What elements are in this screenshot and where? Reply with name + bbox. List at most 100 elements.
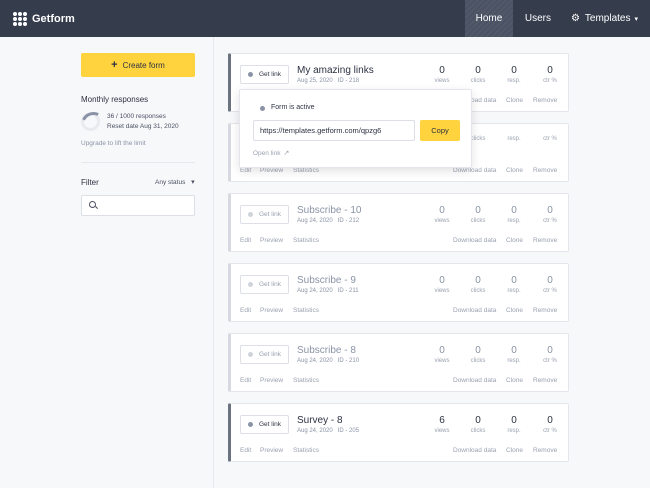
reset-date: Reset date Aug 31, 2020 bbox=[107, 123, 179, 130]
stat-views-label: views bbox=[434, 288, 450, 294]
brand-name: Getform bbox=[32, 12, 75, 25]
statistics-link[interactable]: Statistics bbox=[293, 447, 319, 454]
search-input[interactable] bbox=[102, 199, 190, 213]
statistics-link[interactable]: Statistics bbox=[293, 167, 319, 174]
stat-ctr: 0 ctr % bbox=[532, 65, 568, 84]
form-card: Get link Subscribe - 10 Aug 24, 2020 ID - … bbox=[228, 193, 569, 252]
remove-link[interactable]: Remove bbox=[533, 167, 557, 174]
stat-ctr-label: ctr % bbox=[543, 358, 557, 364]
stat-ctr: 0 ctr % bbox=[532, 275, 568, 294]
clone-link[interactable]: Clone bbox=[506, 377, 523, 384]
open-link[interactable]: Open link ↗ bbox=[253, 149, 289, 157]
form-url-field[interactable] bbox=[253, 120, 415, 141]
form-name[interactable]: Subscribe - 9 bbox=[297, 275, 356, 286]
status-select[interactable]: Any status ▾ bbox=[155, 178, 195, 186]
edit-link[interactable]: Edit bbox=[240, 307, 251, 314]
nav-users[interactable]: Users bbox=[513, 0, 563, 37]
status-dot bbox=[247, 282, 253, 287]
brand-logo[interactable]: Getform bbox=[13, 11, 75, 26]
download-data-link[interactable]: Download data bbox=[453, 447, 496, 454]
form-card: Get link Subscribe - 9 Aug 24, 2020 ID - 2… bbox=[228, 263, 569, 322]
stat-clicks-value: 0 bbox=[475, 275, 481, 286]
status-dot bbox=[247, 352, 253, 357]
active-status-dot bbox=[260, 106, 265, 111]
form-card: Get link Survey - 8 Aug 24, 2020 ID - 205 6… bbox=[228, 403, 569, 462]
form-id: ID - 210 bbox=[337, 358, 360, 364]
remove-link[interactable]: Remove bbox=[533, 307, 557, 314]
stat-clicks: 0 clicks bbox=[460, 275, 496, 294]
statistics-link[interactable]: Statistics bbox=[293, 377, 319, 384]
status-dot bbox=[247, 212, 253, 217]
statistics-link[interactable]: Statistics bbox=[293, 237, 319, 244]
clone-link[interactable]: Clone bbox=[506, 307, 523, 314]
chevron-down-icon: ▾ bbox=[191, 179, 195, 186]
form-id: ID - 212 bbox=[337, 218, 360, 224]
stat-clicks: 0 clicks bbox=[460, 205, 496, 224]
form-meta: Aug 24, 2020 ID - 205 bbox=[297, 428, 359, 434]
form-name[interactable]: Subscribe - 10 bbox=[297, 205, 361, 216]
stat-ctr: 0 ctr % bbox=[532, 415, 568, 434]
get-link-button[interactable]: Get link bbox=[240, 205, 289, 224]
get-link-button[interactable]: Get link bbox=[240, 345, 289, 364]
remove-link[interactable]: Remove bbox=[533, 377, 557, 384]
stat-clicks-value: 0 bbox=[475, 205, 481, 216]
nav-home[interactable]: Home bbox=[464, 0, 513, 37]
create-form-button[interactable]: + Create form bbox=[81, 53, 195, 77]
external-link-icon: ↗ bbox=[283, 150, 290, 157]
stat-ctr: 0 ctr % bbox=[532, 345, 568, 364]
stat-views-label: views bbox=[434, 358, 450, 364]
card-actions: Edit Preview Statistics Download data Clone R… bbox=[240, 237, 559, 247]
download-data-link[interactable]: Download data bbox=[453, 377, 496, 384]
stat-resp: resp. bbox=[496, 135, 532, 142]
get-link-button[interactable]: Get link bbox=[240, 275, 289, 294]
edit-link[interactable]: Edit bbox=[240, 447, 251, 454]
preview-link[interactable]: Preview bbox=[260, 447, 283, 454]
form-id: ID - 211 bbox=[337, 288, 359, 294]
nav-templates-label: Templates bbox=[584, 13, 631, 24]
remove-link[interactable]: Remove bbox=[533, 237, 557, 244]
form-name[interactable]: Survey - 8 bbox=[297, 415, 343, 426]
open-link-label: Open link bbox=[253, 150, 281, 157]
stat-resp-label: resp. bbox=[507, 358, 521, 364]
remove-link[interactable]: Remove bbox=[533, 447, 557, 454]
stat-resp: 0 resp. bbox=[496, 415, 532, 434]
get-link-button[interactable]: Get link bbox=[240, 65, 289, 84]
get-link-label: Get link bbox=[258, 421, 282, 428]
clone-link[interactable]: Clone bbox=[506, 237, 523, 244]
stat-clicks-label: clicks bbox=[470, 358, 486, 364]
preview-link[interactable]: Preview bbox=[260, 377, 283, 384]
stat-resp-label: resp. bbox=[507, 218, 521, 224]
top-navbar: Getform Home Users ⚙ Templates ▾ bbox=[0, 0, 650, 37]
stat-resp-value: 0 bbox=[511, 275, 517, 286]
get-link-button[interactable]: Get link bbox=[240, 415, 289, 434]
download-data-link[interactable]: Download data bbox=[453, 167, 496, 174]
stat-views-value: 0 bbox=[439, 275, 445, 286]
clone-link[interactable]: Clone bbox=[506, 167, 523, 174]
stat-ctr-value: 0 bbox=[547, 205, 553, 216]
statistics-link[interactable]: Statistics bbox=[293, 307, 319, 314]
status-dot bbox=[247, 422, 253, 427]
nav-templates[interactable]: ⚙ Templates ▾ bbox=[563, 0, 650, 37]
gear-icon: ⚙ bbox=[570, 13, 580, 24]
form-date: Aug 25, 2020 bbox=[297, 78, 333, 84]
form-name[interactable]: My amazing links bbox=[297, 65, 374, 76]
upgrade-link[interactable]: Upgrade to lift the limit bbox=[81, 140, 146, 147]
status-select-value: Any status bbox=[155, 179, 186, 186]
preview-link[interactable]: Preview bbox=[260, 307, 283, 314]
edit-link[interactable]: Edit bbox=[240, 237, 251, 244]
clone-link[interactable]: Clone bbox=[506, 447, 523, 454]
download-data-link[interactable]: Download data bbox=[453, 307, 496, 314]
edit-link[interactable]: Edit bbox=[240, 377, 251, 384]
stat-ctr: 0 ctr % bbox=[532, 205, 568, 224]
clone-link[interactable]: Clone bbox=[506, 97, 523, 104]
card-actions: Edit Preview Statistics Download data Clone R… bbox=[240, 377, 559, 387]
remove-link[interactable]: Remove bbox=[533, 97, 557, 104]
form-name[interactable]: Subscribe - 8 bbox=[297, 345, 356, 356]
copy-button[interactable]: Copy bbox=[420, 120, 460, 141]
preview-link[interactable]: Preview bbox=[260, 237, 283, 244]
card-actions: Edit Preview Statistics Download data Clone R… bbox=[240, 447, 559, 457]
download-data-link[interactable]: Download data bbox=[453, 237, 496, 244]
edit-link[interactable]: Edit bbox=[240, 167, 251, 174]
preview-link[interactable]: Preview bbox=[260, 167, 283, 174]
nav-menu: Home Users ⚙ Templates ▾ bbox=[464, 0, 650, 37]
